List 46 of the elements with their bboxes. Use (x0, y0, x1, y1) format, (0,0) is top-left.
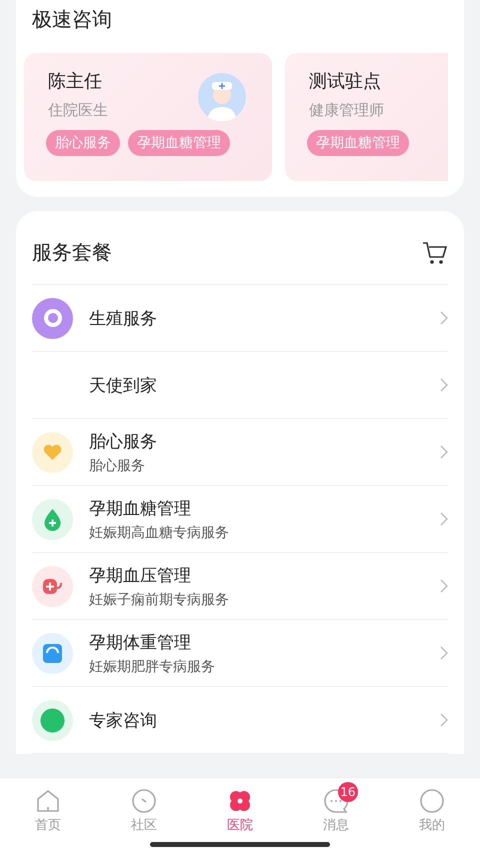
doctor-role: 住院医生 (48, 101, 109, 120)
chevron-right-icon (440, 378, 448, 392)
scale-icon (32, 632, 73, 674)
chevron-right-icon (440, 713, 448, 727)
doctor-name: 陈主任 (48, 70, 103, 93)
service-title[interactable]: 胎心服务 (89, 430, 424, 452)
stethoscope-icon (32, 566, 73, 606)
tab-item[interactable]: 医院 (192, 782, 288, 853)
tab-item[interactable]: 消息 16 (288, 782, 384, 853)
service-title[interactable]: 专家咨询 (89, 708, 424, 732)
tab-label: 医院 (227, 817, 253, 834)
service-subtitle: 妊娠期高血糖专病服务 (89, 524, 230, 542)
flower-icon (227, 788, 253, 814)
chevron-right-icon (440, 646, 448, 660)
clock-icon (131, 788, 157, 814)
service-tag: 胎心服务 (46, 130, 120, 156)
unread-badge: 16 (338, 782, 358, 802)
tab-label: 社区 (131, 817, 157, 834)
chevron-right-icon (440, 445, 448, 459)
home-icon (35, 788, 61, 814)
service-tag: 孕期血糖管理 (307, 130, 409, 156)
service-tag: 孕期血糖管理 (128, 130, 230, 156)
profile-icon (419, 788, 445, 814)
service-subtitle: 妊娠期肥胖专病服务 (89, 658, 216, 676)
service-title[interactable]: 孕期血压管理 (89, 564, 424, 586)
service-title[interactable]: 生殖服务 (89, 306, 424, 330)
doctor-card[interactable]: 陈主任 住院医生 胎心服务 孕期血糖管理 (24, 53, 272, 181)
tab-label: 消息 (323, 817, 349, 834)
doctor-name: 测试驻点 (309, 70, 382, 93)
tab-label: 我的 (419, 817, 445, 834)
doctor-role: 健康管理师 (309, 101, 385, 120)
service-subtitle: 妊娠子痫前期专病服务 (89, 590, 230, 608)
cart-icon[interactable] (422, 240, 448, 266)
doctor-avatar (198, 73, 246, 121)
service-title[interactable]: 孕期体重管理 (89, 630, 424, 654)
droplet-icon (32, 498, 73, 540)
service-title[interactable]: 天使到家 (89, 374, 424, 396)
service-title[interactable]: 孕期血糖管理 (89, 496, 424, 520)
service-subtitle: 胎心服务 (89, 456, 146, 474)
chevron-right-icon (440, 512, 448, 526)
section-title: 服务套餐 (32, 239, 112, 266)
chevron-right-icon (440, 311, 448, 325)
tab-label: 首页 (35, 817, 61, 834)
chevron-right-icon (440, 579, 448, 593)
section-title: 极速咨询 (31, 6, 113, 33)
doctor-card[interactable]: 测试驻点 健康管理师 孕期血糖管理 (285, 53, 448, 181)
